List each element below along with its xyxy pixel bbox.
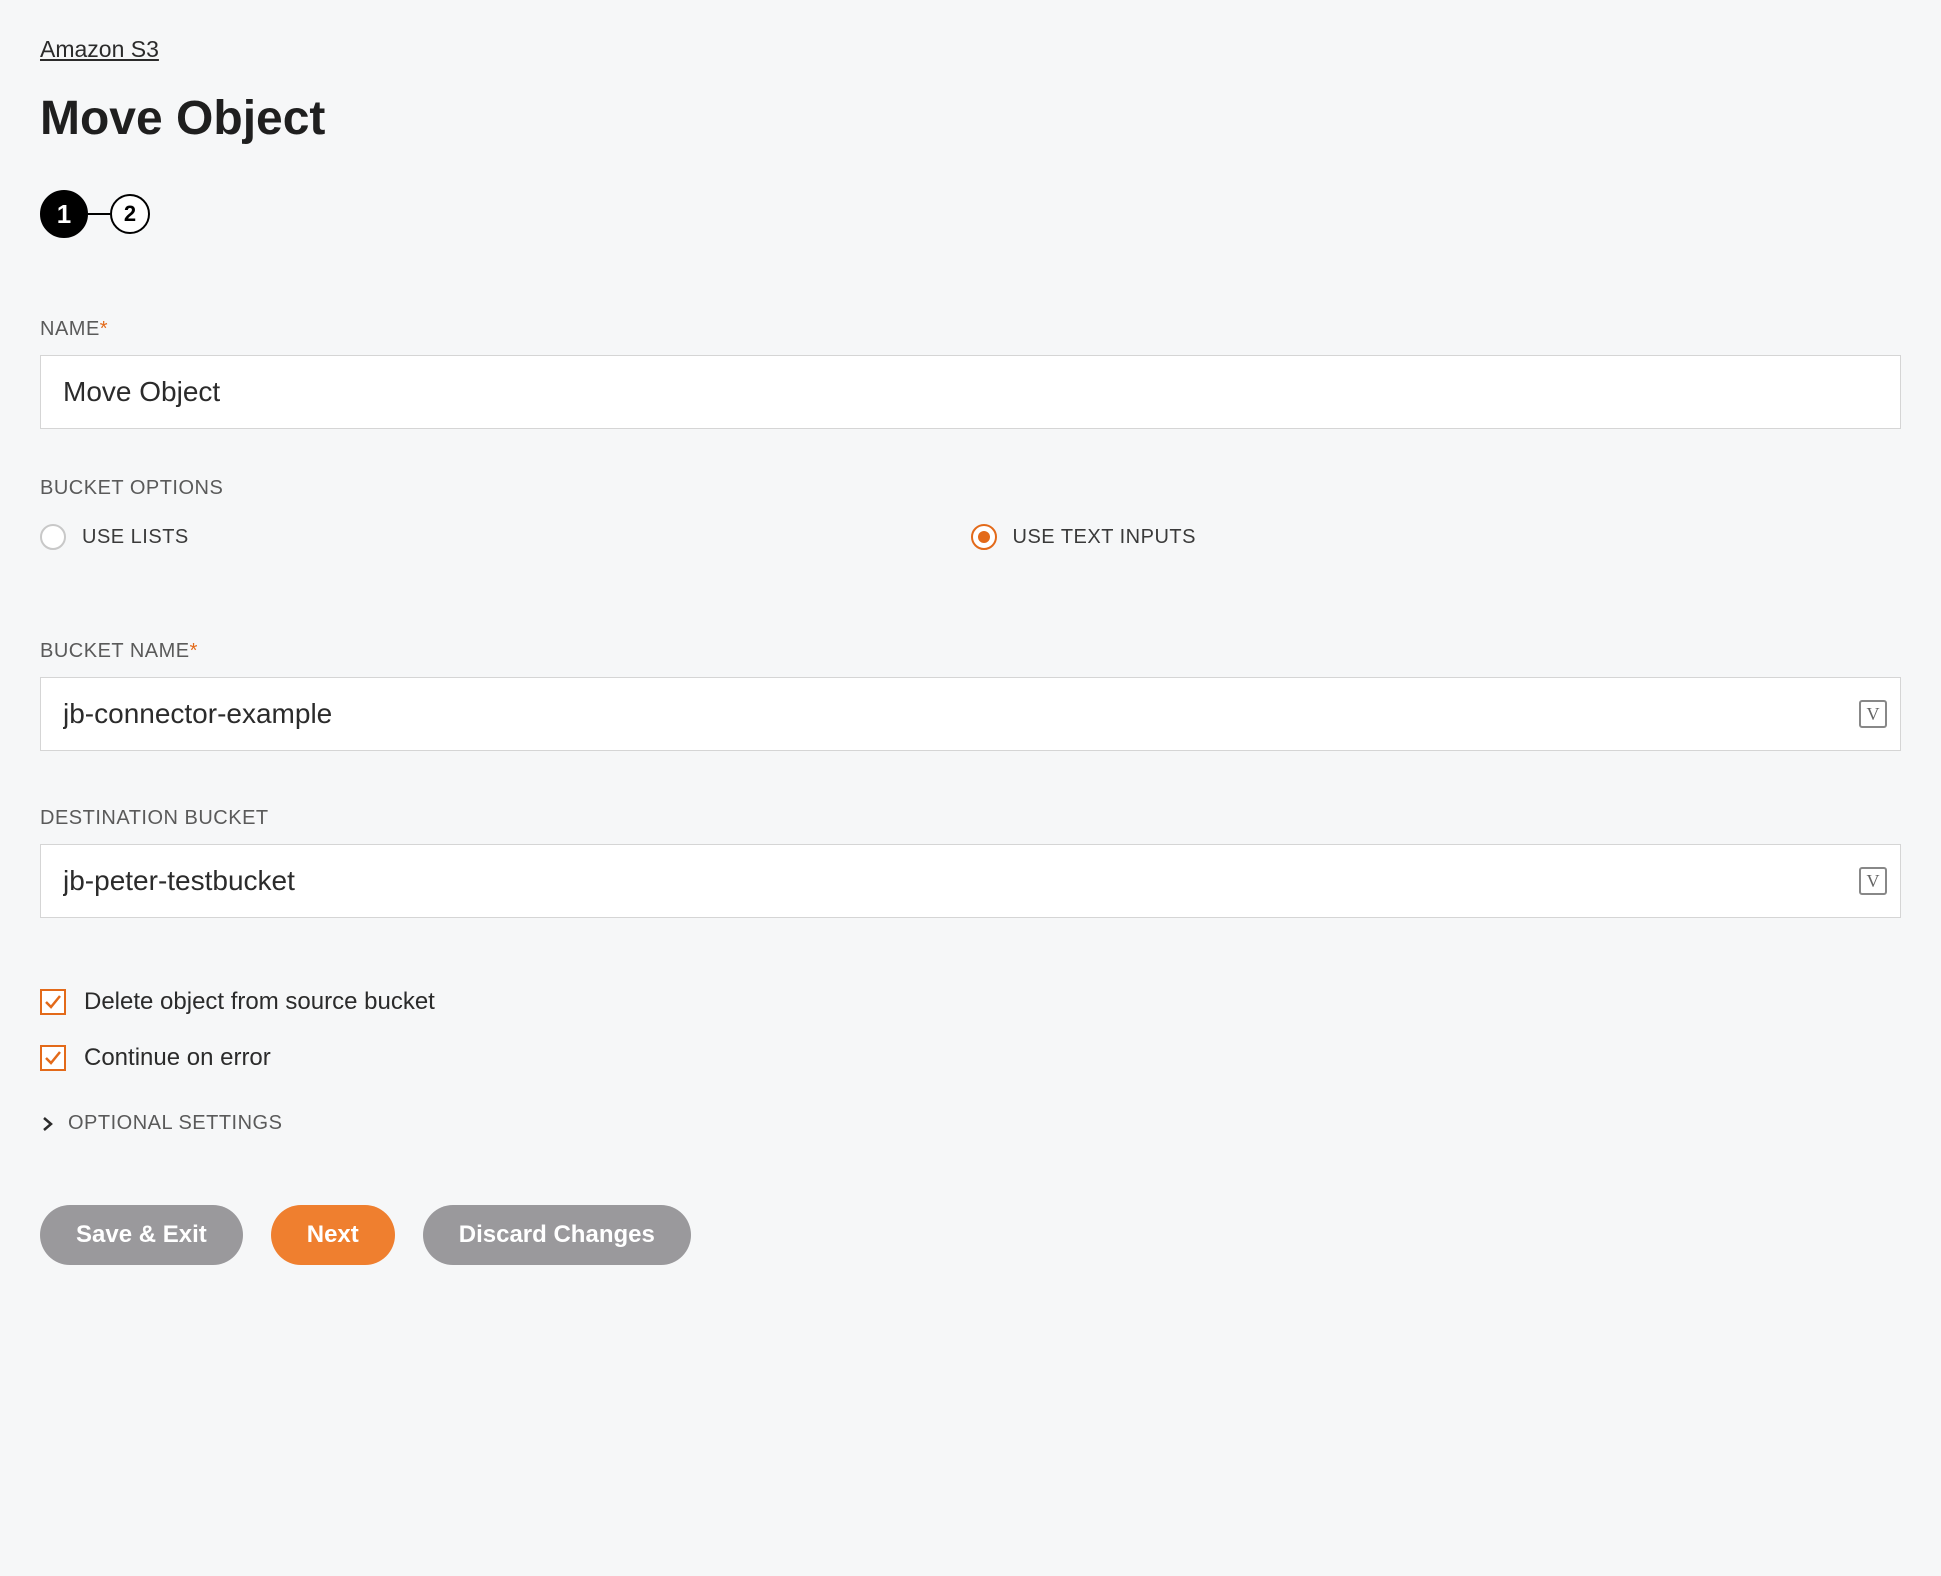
radio-use-lists[interactable]: USE LISTS xyxy=(40,524,971,550)
variable-icon[interactable]: V xyxy=(1859,867,1887,895)
step-2[interactable]: 2 xyxy=(110,194,150,234)
radio-use-lists-label: USE LISTS xyxy=(82,526,189,549)
bucket-name-label: BUCKET NAME* xyxy=(40,640,1901,663)
checkbox-continue-on-error-label: Continue on error xyxy=(84,1044,271,1072)
radio-dot-icon xyxy=(978,531,990,543)
variable-icon[interactable]: V xyxy=(1859,700,1887,728)
check-icon xyxy=(44,1049,62,1067)
chevron-right-icon xyxy=(40,1117,54,1131)
optional-settings-expander[interactable]: OPTIONAL SETTINGS xyxy=(40,1112,1901,1135)
checkbox-delete-source[interactable]: Delete object from source bucket xyxy=(40,988,1901,1016)
stepper: 1 2 xyxy=(40,190,1901,238)
destination-bucket-label: DESTINATION BUCKET xyxy=(40,807,1901,830)
page-title: Move Object xyxy=(40,91,1901,146)
check-icon xyxy=(44,993,62,1011)
save-and-exit-button[interactable]: Save & Exit xyxy=(40,1205,243,1265)
checkbox-icon xyxy=(40,989,66,1015)
required-indicator: * xyxy=(100,318,108,340)
radio-use-text-inputs[interactable]: USE TEXT INPUTS xyxy=(971,524,1902,550)
step-connector xyxy=(88,213,110,215)
checkbox-continue-on-error[interactable]: Continue on error xyxy=(40,1044,1901,1072)
radio-icon xyxy=(971,524,997,550)
breadcrumb-link[interactable]: Amazon S3 xyxy=(40,36,159,63)
destination-bucket-input[interactable] xyxy=(40,844,1901,918)
checkbox-delete-source-label: Delete object from source bucket xyxy=(84,988,435,1016)
checkbox-icon xyxy=(40,1045,66,1071)
radio-use-text-inputs-label: USE TEXT INPUTS xyxy=(1013,526,1196,549)
bucket-options-label: BUCKET OPTIONS xyxy=(40,477,1901,500)
name-label: NAME* xyxy=(40,318,1901,341)
bucket-name-input[interactable] xyxy=(40,677,1901,751)
next-button[interactable]: Next xyxy=(271,1205,395,1265)
optional-settings-label: OPTIONAL SETTINGS xyxy=(68,1112,282,1135)
radio-icon xyxy=(40,524,66,550)
discard-changes-button[interactable]: Discard Changes xyxy=(423,1205,691,1265)
name-input[interactable] xyxy=(40,355,1901,429)
step-1[interactable]: 1 xyxy=(40,190,88,238)
required-indicator: * xyxy=(190,640,198,662)
